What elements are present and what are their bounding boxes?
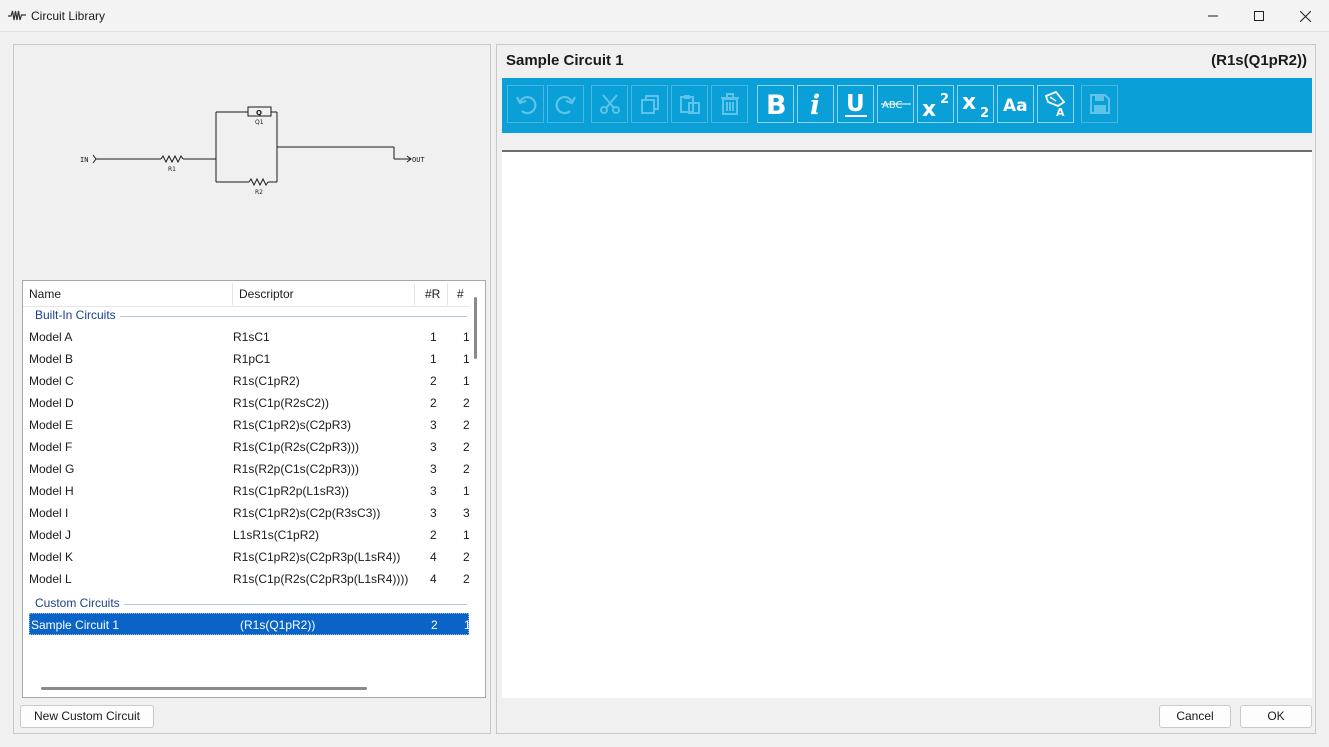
column-name-header[interactable]: Name: [23, 281, 61, 307]
list-item[interactable]: Model F R1s(C1p(R2s(C2pR3))) 3 2: [29, 436, 470, 458]
clear-format-icon: A: [1044, 90, 1065, 118]
ok-button[interactable]: OK: [1240, 705, 1312, 728]
redo-icon: [555, 95, 576, 115]
new-custom-circuit-button[interactable]: New Custom Circuit: [20, 705, 154, 728]
underline-icon: U: [844, 91, 867, 117]
delete-button[interactable]: [711, 85, 748, 123]
underline-button[interactable]: U: [837, 85, 874, 123]
in-label: IN: [80, 156, 88, 164]
cut-icon: [599, 94, 620, 114]
save-button[interactable]: [1081, 85, 1118, 123]
list-item[interactable]: Model E R1s(C1pR2)s(C2pR3) 3 2: [29, 414, 470, 436]
save-icon: [1089, 94, 1110, 114]
horizontal-scrollbar[interactable]: [41, 687, 367, 690]
minimize-button[interactable]: [1190, 0, 1236, 32]
subscript-icon: x2: [962, 90, 989, 118]
r1-label: R1: [168, 166, 176, 173]
svg-text:Aa: Aa: [1003, 96, 1028, 115]
column-extra-header[interactable]: #: [451, 281, 464, 307]
maximize-icon: [1254, 11, 1264, 21]
title-bar: Circuit Library: [0, 0, 1329, 32]
editor-toolbar: B i U ABC x2 x2 Aa A: [502, 78, 1312, 133]
italic-button[interactable]: i: [797, 85, 834, 123]
window-title: Circuit Library: [31, 9, 106, 23]
list-item[interactable]: Model J L1sR1s(C1pR2) 2 1: [29, 524, 470, 546]
group-header-custom: Custom Circuits: [35, 596, 467, 612]
waveform-icon: [8, 8, 26, 22]
circuit-diagram: IN OUT R1 R2 Q1 Q: [80, 106, 425, 196]
svg-text:2: 2: [940, 92, 949, 107]
close-button[interactable]: [1282, 0, 1328, 32]
svg-text:2: 2: [980, 106, 989, 118]
list-item[interactable]: Model K R1s(C1pR2)s(C2pR3p(L1sR4)) 4 2: [29, 546, 470, 568]
paste-button[interactable]: [671, 85, 708, 123]
q-element-label: Q: [256, 109, 262, 117]
column-descriptor-header[interactable]: Descriptor: [233, 281, 294, 307]
out-label: OUT: [412, 156, 425, 164]
strikethrough-icon: ABC: [880, 100, 911, 111]
close-icon: [1299, 10, 1311, 22]
copy-button[interactable]: [631, 85, 668, 123]
svg-text:B: B: [766, 90, 787, 118]
circuit-descriptor: (R1s(Q1pR2)): [1211, 52, 1307, 69]
group-header-built-in: Built-In Circuits: [35, 308, 467, 324]
r2-label: R2: [255, 189, 263, 196]
bold-button[interactable]: B: [757, 85, 794, 123]
undo-button[interactable]: [507, 85, 544, 123]
column-r-count-header[interactable]: #R: [419, 281, 440, 307]
italic-icon: i: [810, 90, 820, 118]
undo-icon: [515, 95, 536, 115]
circuit-title: Sample Circuit 1: [506, 52, 624, 69]
q1-label: Q1: [255, 119, 264, 126]
strikethrough-button[interactable]: ABC: [877, 85, 914, 123]
delete-icon: [720, 93, 739, 115]
list-item[interactable]: Model L R1s(C1p(R2s(C2pR3p(L1sR4)))) 4 2: [29, 568, 470, 590]
cancel-button[interactable]: Cancel: [1159, 705, 1231, 728]
list-item[interactable]: Model A R1sC1 1 1: [29, 326, 470, 348]
list-item[interactable]: Model G R1s(R2p(C1s(C2pR3))) 3 2: [29, 458, 470, 480]
font-size-icon: Aa: [1003, 96, 1028, 115]
svg-text:x: x: [962, 90, 976, 115]
library-pane: IN OUT R1 R2 Q1 Q Name Descriptor #R # B…: [13, 44, 491, 734]
paste-icon: [679, 95, 700, 114]
redo-button[interactable]: [547, 85, 584, 123]
list-item[interactable]: Model H R1s(C1pR2p(L1sR3)) 3 1: [29, 480, 470, 502]
svg-text:A: A: [1056, 106, 1065, 118]
detail-pane: Sample Circuit 1 (R1s(Q1pR2)) B i U ABC …: [496, 44, 1316, 734]
list-header: Name Descriptor #R #: [23, 281, 469, 307]
cut-button[interactable]: [591, 85, 628, 123]
list-item[interactable]: Model B R1pC1 1 1: [29, 348, 470, 370]
circuit-list[interactable]: Name Descriptor #R # Built-In Circuits M…: [22, 280, 486, 698]
svg-text:i: i: [810, 90, 820, 118]
clear-format-button[interactable]: A: [1037, 85, 1074, 123]
superscript-icon: x2: [922, 92, 949, 118]
minimize-icon: [1208, 15, 1218, 17]
superscript-button[interactable]: x2: [917, 85, 954, 123]
bold-icon: B: [766, 90, 787, 118]
subscript-button[interactable]: x2: [957, 85, 994, 123]
svg-text:U: U: [846, 91, 865, 117]
list-item[interactable]: Model C R1s(C1pR2) 2 1: [29, 370, 470, 392]
svg-text:x: x: [922, 97, 936, 118]
vertical-scrollbar[interactable]: [474, 297, 477, 359]
list-item[interactable]: Model I R1s(C1pR2)s(C2p(R3sC3)) 3 3: [29, 502, 470, 524]
list-item-selected[interactable]: Sample Circuit 1 (R1s(Q1pR2)) 2 1: [29, 613, 471, 635]
description-editor[interactable]: [502, 152, 1312, 698]
list-item[interactable]: Model D R1s(C1p(R2sC2)) 2 2: [29, 392, 470, 414]
svg-text:ABC: ABC: [882, 100, 903, 111]
maximize-button[interactable]: [1236, 0, 1282, 32]
copy-icon: [640, 95, 659, 114]
font-size-button[interactable]: Aa: [997, 85, 1034, 123]
